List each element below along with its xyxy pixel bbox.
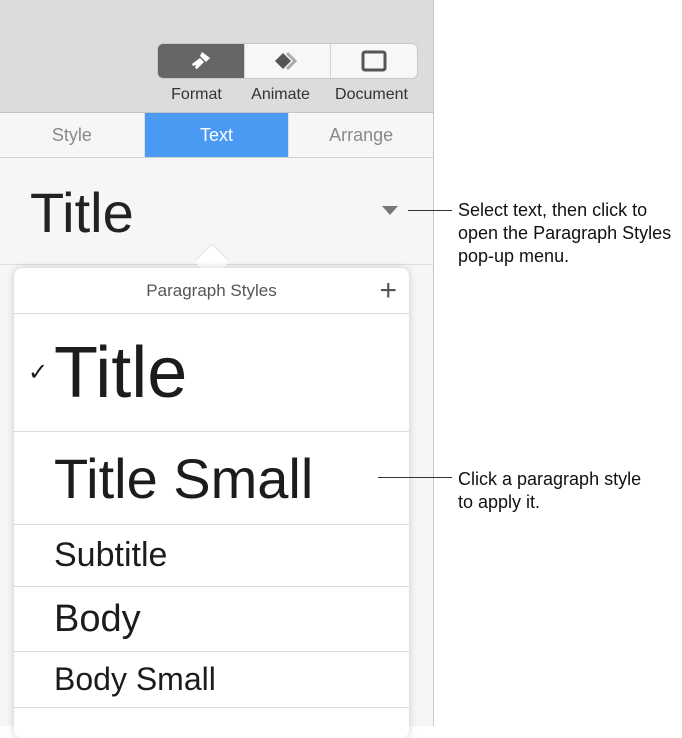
style-item-label: Body Small <box>54 661 216 697</box>
document-button[interactable] <box>330 44 417 78</box>
paintbrush-icon <box>191 52 210 69</box>
style-item-title[interactable]: ✓ Title <box>14 314 409 432</box>
dropdown-triangle-icon[interactable] <box>382 206 398 215</box>
style-item-label: Subtitle <box>54 536 168 574</box>
tab-text[interactable]: Text <box>143 113 289 157</box>
callout-line <box>378 477 452 478</box>
style-item-title-small[interactable]: Title Small <box>14 432 409 525</box>
callout-line <box>408 210 452 211</box>
format-label: Format <box>171 86 222 103</box>
toolbar-segmented-control <box>157 43 418 79</box>
tab-bar: Style Text Arrange <box>0 113 433 158</box>
add-style-button[interactable]: + <box>379 274 397 308</box>
checkmark-icon: ✓ <box>28 359 49 386</box>
style-item-label: Title Small <box>54 446 314 510</box>
style-item-subtitle[interactable]: Subtitle <box>14 525 409 587</box>
document-icon <box>361 50 387 72</box>
style-item-label: Title <box>54 332 188 413</box>
tab-arrange[interactable]: Arrange <box>288 113 433 157</box>
popover-header: Paragraph Styles + <box>14 268 409 314</box>
callout-select-text: Select text, then click to open the Para… <box>458 200 672 266</box>
tab-style[interactable]: Style <box>0 113 144 157</box>
format-button[interactable] <box>158 44 244 78</box>
toolbar: Format Animate Document <box>0 0 433 113</box>
document-label: Document <box>335 86 408 103</box>
style-item-body-small[interactable]: Body Small <box>14 652 409 708</box>
animate-label: Animate <box>251 86 310 103</box>
current-paragraph-style: Title <box>30 181 134 244</box>
paragraph-styles-popover: Paragraph Styles + ✓ Title Title Small S… <box>14 268 409 738</box>
style-item-label: Body <box>54 597 141 640</box>
callout-click-style: Click a paragraph style to apply it. <box>458 469 642 512</box>
style-item-body[interactable]: Body <box>14 587 409 652</box>
animate-diamond-icon <box>274 51 297 71</box>
animate-button[interactable] <box>243 44 331 78</box>
popover-title: Paragraph Styles <box>146 280 277 300</box>
